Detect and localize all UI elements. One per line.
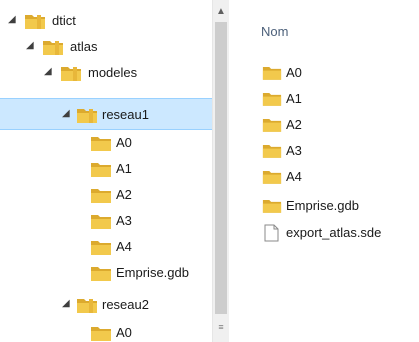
- tree-item-label: A0: [116, 135, 132, 150]
- chevron-expanded-icon[interactable]: ◢: [62, 108, 72, 120]
- tree-item-a2[interactable]: A2: [0, 182, 212, 208]
- list-item[interactable]: export_atlas.sde: [262, 222, 419, 244]
- column-header-name[interactable]: Nom: [261, 24, 288, 39]
- folder-icon: [90, 186, 112, 207]
- chevron-expanded-icon[interactable]: ◢: [62, 298, 72, 310]
- folder-icon: [90, 238, 112, 259]
- tree-item-label: A0: [116, 325, 132, 340]
- tree-item-a3[interactable]: A3: [0, 208, 212, 234]
- tree-item-label: atlas: [70, 39, 98, 54]
- list-item[interactable]: A0: [262, 62, 419, 84]
- tree-item-label: dtict: [52, 13, 76, 28]
- chevron-expanded-icon[interactable]: ◢: [26, 40, 36, 52]
- file-icon: [262, 224, 282, 245]
- list-item[interactable]: A1: [262, 88, 419, 110]
- folder-icon: [76, 296, 98, 317]
- tree-item-emprise-gdb[interactable]: Emprise.gdb: [0, 260, 212, 286]
- scrollbar-thumb[interactable]: [215, 22, 227, 314]
- list-item[interactable]: A3: [262, 140, 419, 162]
- tree-item-atlas[interactable]: ◢ atlas: [0, 34, 212, 60]
- scroll-grip-icon: ≡: [218, 324, 224, 331]
- tree-item-label: Emprise.gdb: [116, 265, 189, 280]
- list-item-label: A1: [286, 91, 302, 106]
- folder-icon: [24, 12, 46, 33]
- tree-item-dtict[interactable]: ◢ dtict: [0, 8, 212, 34]
- list-item-label: A0: [286, 65, 302, 80]
- list-item-label: export_atlas.sde: [286, 225, 382, 240]
- explorer-window: ◢ dtict ◢ atlas ◢ modeles ◢ reseau1 A0 A…: [0, 0, 419, 342]
- chevron-expanded-icon[interactable]: ◢: [8, 14, 18, 26]
- list-item-label: A3: [286, 143, 302, 158]
- tree-item-label: A1: [116, 161, 132, 176]
- folder-icon: [90, 264, 112, 285]
- tree-scrollbar[interactable]: ▲ ≡: [212, 0, 229, 342]
- folder-icon: [42, 38, 64, 59]
- file-list-pane: Nom A0 A1 A2 A3 A4 Emprise.gdb export_at…: [232, 0, 419, 342]
- tree-item-a1[interactable]: A1: [0, 156, 212, 182]
- tree-item-modeles[interactable]: ◢ modeles: [0, 60, 212, 86]
- folder-icon: [262, 197, 282, 217]
- folder-icon: [262, 90, 282, 110]
- navigation-tree: ◢ dtict ◢ atlas ◢ modeles ◢ reseau1 A0 A…: [0, 0, 212, 342]
- folder-icon: [60, 64, 82, 85]
- list-item-label: A4: [286, 169, 302, 184]
- folder-icon: [76, 106, 98, 127]
- tree-item-label: A2: [116, 187, 132, 202]
- folder-icon: [90, 324, 112, 342]
- list-item-label: Emprise.gdb: [286, 198, 359, 213]
- list-item[interactable]: Emprise.gdb: [262, 195, 419, 217]
- list-item[interactable]: A2: [262, 114, 419, 136]
- folder-icon: [90, 212, 112, 233]
- tree-item-label: A4: [116, 239, 132, 254]
- folder-icon: [262, 64, 282, 84]
- tree-item-label: reseau1: [102, 107, 149, 122]
- list-item-label: A2: [286, 117, 302, 132]
- folder-icon: [90, 160, 112, 181]
- tree-item-reseau1[interactable]: ◢ reseau1: [0, 98, 212, 130]
- tree-item-a0[interactable]: A0: [0, 130, 212, 156]
- list-item[interactable]: A4: [262, 166, 419, 188]
- tree-item-label: reseau2: [102, 297, 149, 312]
- tree-item-a4[interactable]: A4: [0, 234, 212, 260]
- tree-item-label: modeles: [88, 65, 138, 80]
- tree-item-reseau2[interactable]: ◢ reseau2: [0, 292, 212, 318]
- scroll-up-arrow-icon[interactable]: ▲: [213, 4, 229, 20]
- folder-icon: [262, 142, 282, 162]
- folder-icon: [262, 116, 282, 136]
- folder-icon: [90, 134, 112, 155]
- tree-item-label: A3: [116, 213, 132, 228]
- folder-icon: [262, 168, 282, 188]
- chevron-expanded-icon[interactable]: ◢: [44, 66, 54, 78]
- tree-item-a0[interactable]: A0: [0, 320, 212, 342]
